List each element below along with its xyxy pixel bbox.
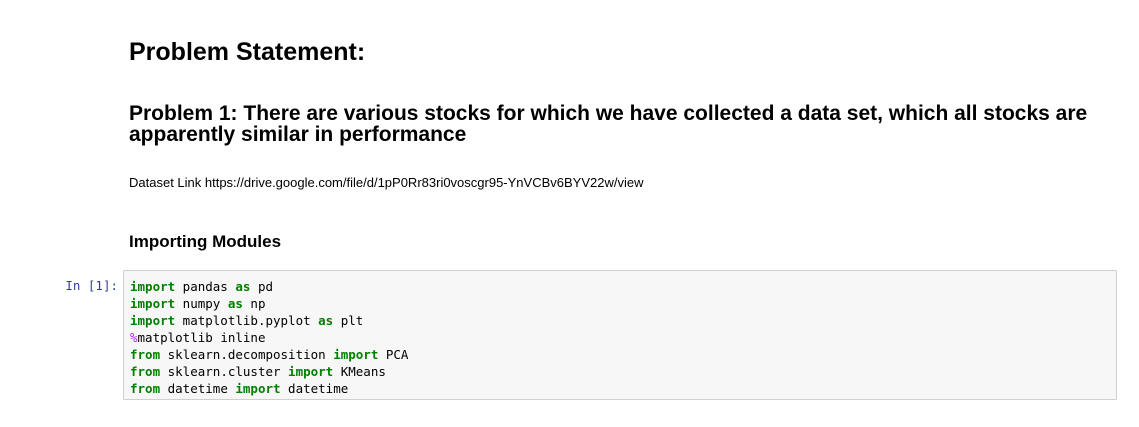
code-keyword: as: [227, 296, 243, 311]
code-token: sklearn.cluster: [160, 364, 289, 379]
code-token: pd: [250, 279, 274, 294]
problem-1-heading: Problem 1: There are various stocks for …: [129, 102, 1088, 146]
code-line: from sklearn.cluster import KMeans: [130, 363, 1110, 380]
code-keyword: as: [318, 313, 334, 328]
code-keyword: as: [235, 279, 251, 294]
code-token: sklearn.decomposition: [160, 347, 334, 362]
code-keyword: import: [333, 347, 379, 362]
dataset-link-text: Dataset Link https://drive.google.com/fi…: [129, 175, 644, 190]
code-line: %matplotlib inline: [130, 329, 1110, 346]
code-token: matplotlib inline: [137, 330, 266, 345]
code-line: import matplotlib.pyplot as plt: [130, 312, 1110, 329]
code-token: pandas: [175, 279, 236, 294]
code-line: from datetime import datetime: [130, 380, 1110, 397]
code-line: import pandas as pd: [130, 278, 1110, 295]
code-keyword: import: [235, 381, 281, 396]
code-keyword: from: [130, 347, 161, 362]
notebook: Problem Statement: Problem 1: There are …: [0, 0, 1139, 427]
problem-statement-heading: Problem Statement:: [129, 38, 366, 66]
code-line: import numpy as np: [130, 295, 1110, 312]
code-token: PCA: [378, 347, 409, 362]
input-prompt: In [1]:: [65, 278, 118, 293]
code-token: np: [242, 296, 266, 311]
code-cell-input[interactable]: import pandas as pd import numpy as np imp…: [123, 270, 1117, 400]
code-keyword: import: [130, 313, 176, 328]
code-keyword: import: [288, 364, 334, 379]
code-token: matplotlib.pyplot: [175, 313, 319, 328]
code-keyword: import: [130, 296, 176, 311]
code-keyword: import: [130, 279, 176, 294]
code-keyword: from: [130, 364, 161, 379]
code-token: datetime: [280, 381, 349, 396]
importing-modules-heading: Importing Modules: [129, 232, 282, 251]
code-token: plt: [333, 313, 364, 328]
code-token: datetime: [160, 381, 236, 396]
code-keyword: from: [130, 381, 161, 396]
code-token: KMeans: [333, 364, 386, 379]
code-magic: %: [130, 330, 138, 345]
code-line: from sklearn.decomposition import PCA: [130, 346, 1110, 363]
code-token: numpy: [175, 296, 228, 311]
